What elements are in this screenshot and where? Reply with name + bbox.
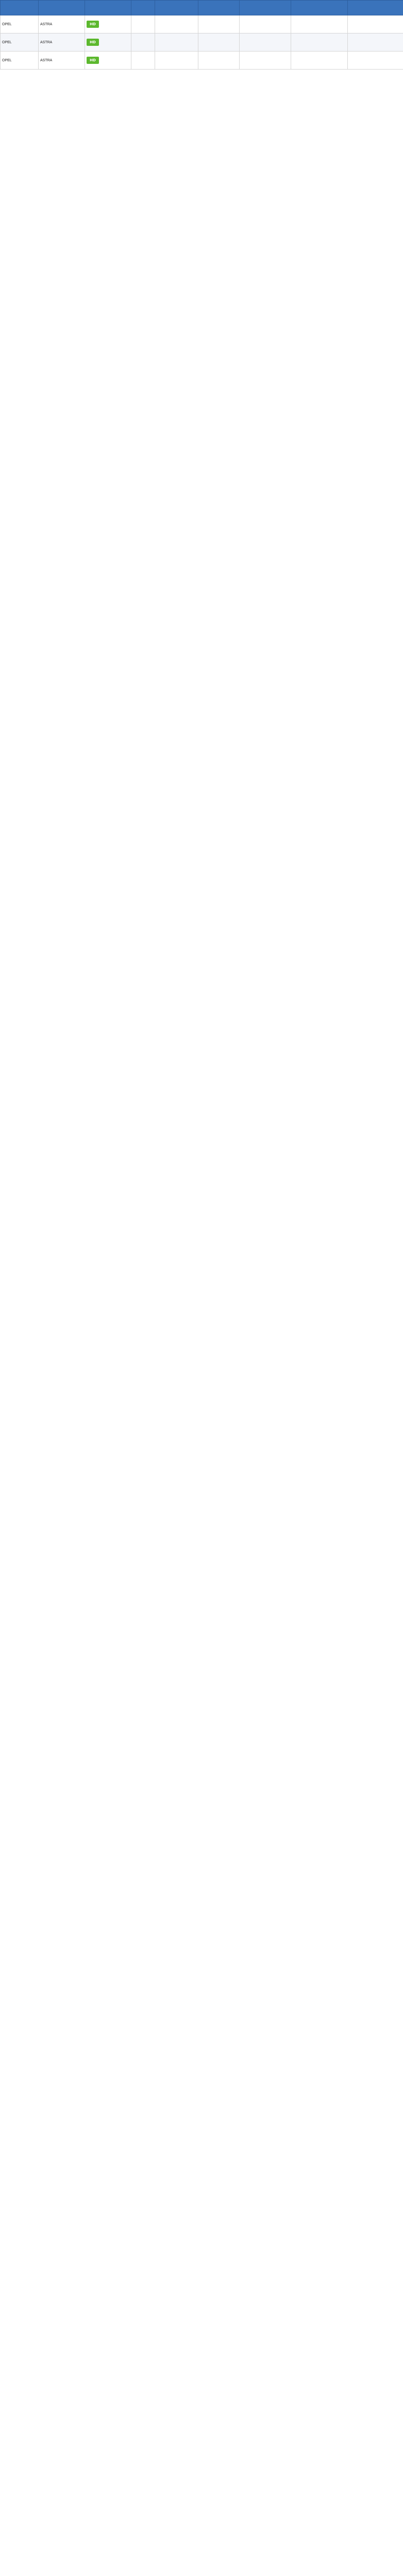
engine-cell xyxy=(155,33,198,52)
column-header[interactable] xyxy=(85,0,131,15)
column-header[interactable] xyxy=(155,0,198,15)
catalog-table: OPEL ASTRA HD OPEL ASTRA HD OPEL ASTRA HD xyxy=(0,0,403,70)
power-cell xyxy=(198,51,240,70)
column-header[interactable] xyxy=(0,0,39,15)
badge-cell: HD xyxy=(85,51,131,70)
column-header[interactable] xyxy=(131,0,155,15)
make-cell: OPEL xyxy=(0,33,39,52)
model-cell: ASTRA xyxy=(38,51,85,70)
column-header[interactable] xyxy=(347,0,403,15)
engine-cell xyxy=(155,15,198,33)
make-cell: OPEL xyxy=(0,15,39,33)
make-cell: OPEL xyxy=(0,51,39,70)
hd-badge: HD xyxy=(87,21,99,28)
table-row[interactable]: OPEL ASTRA HD xyxy=(0,51,403,70)
type-cell xyxy=(291,33,348,52)
table-row[interactable]: OPEL ASTRA HD xyxy=(0,15,403,33)
type-cell xyxy=(291,51,348,70)
header-row xyxy=(0,0,403,15)
table-row[interactable]: OPEL ASTRA HD xyxy=(0,33,403,52)
engine-cell xyxy=(155,51,198,70)
note-cell xyxy=(347,51,403,70)
year-cell xyxy=(131,51,155,70)
type-cell xyxy=(291,15,348,33)
column-header[interactable] xyxy=(38,0,85,15)
column-header[interactable] xyxy=(239,0,291,15)
model-cell: ASTRA xyxy=(38,15,85,33)
badge-cell: HD xyxy=(85,15,131,33)
page: OPEL ASTRA HD OPEL ASTRA HD OPEL ASTRA HD xyxy=(0,0,403,70)
year-cell xyxy=(131,33,155,52)
code-cell xyxy=(239,51,291,70)
power-cell xyxy=(198,15,240,33)
badge-cell: HD xyxy=(85,33,131,52)
code-cell xyxy=(239,33,291,52)
year-cell xyxy=(131,15,155,33)
column-header[interactable] xyxy=(291,0,348,15)
hd-badge: HD xyxy=(87,57,99,64)
note-cell xyxy=(347,15,403,33)
column-header[interactable] xyxy=(198,0,240,15)
table-body: OPEL ASTRA HD OPEL ASTRA HD OPEL ASTRA HD xyxy=(0,15,403,70)
table-header xyxy=(0,0,403,15)
hd-badge: HD xyxy=(87,39,99,46)
power-cell xyxy=(198,33,240,52)
note-cell xyxy=(347,33,403,52)
code-cell xyxy=(239,15,291,33)
model-cell: ASTRA xyxy=(38,33,85,52)
